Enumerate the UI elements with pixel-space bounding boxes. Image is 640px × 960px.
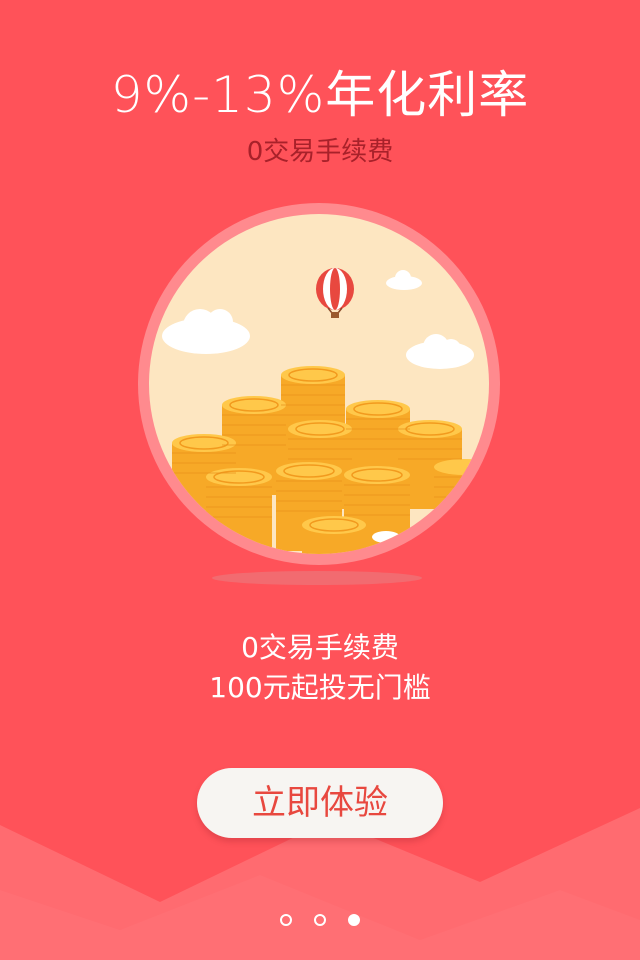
page-dot-2[interactable] [314, 914, 326, 926]
try-now-button[interactable]: 立即体验 [197, 768, 443, 838]
interest-rate-headline: 9%-13%年化利率 [110, 66, 530, 124]
feature-no-fee: 0交易手续费 [241, 631, 399, 664]
onboarding-screen: 9%-13%年化利率 0交易手续费 0交易手续费 100元起投无门槛 立即体验 [0, 0, 640, 960]
page-dot-1[interactable] [280, 914, 292, 926]
page-dot-3-active[interactable] [348, 914, 360, 926]
feature-list: 0交易手续费 100元起投无门槛 [0, 628, 640, 708]
fee-subheadline: 0交易手续费 [246, 137, 394, 167]
page-indicator [276, 914, 366, 932]
feature-min-investment: 100元起投无门槛 [209, 671, 431, 704]
coins-illustration [138, 203, 500, 565]
illustration-shadow [212, 571, 422, 585]
